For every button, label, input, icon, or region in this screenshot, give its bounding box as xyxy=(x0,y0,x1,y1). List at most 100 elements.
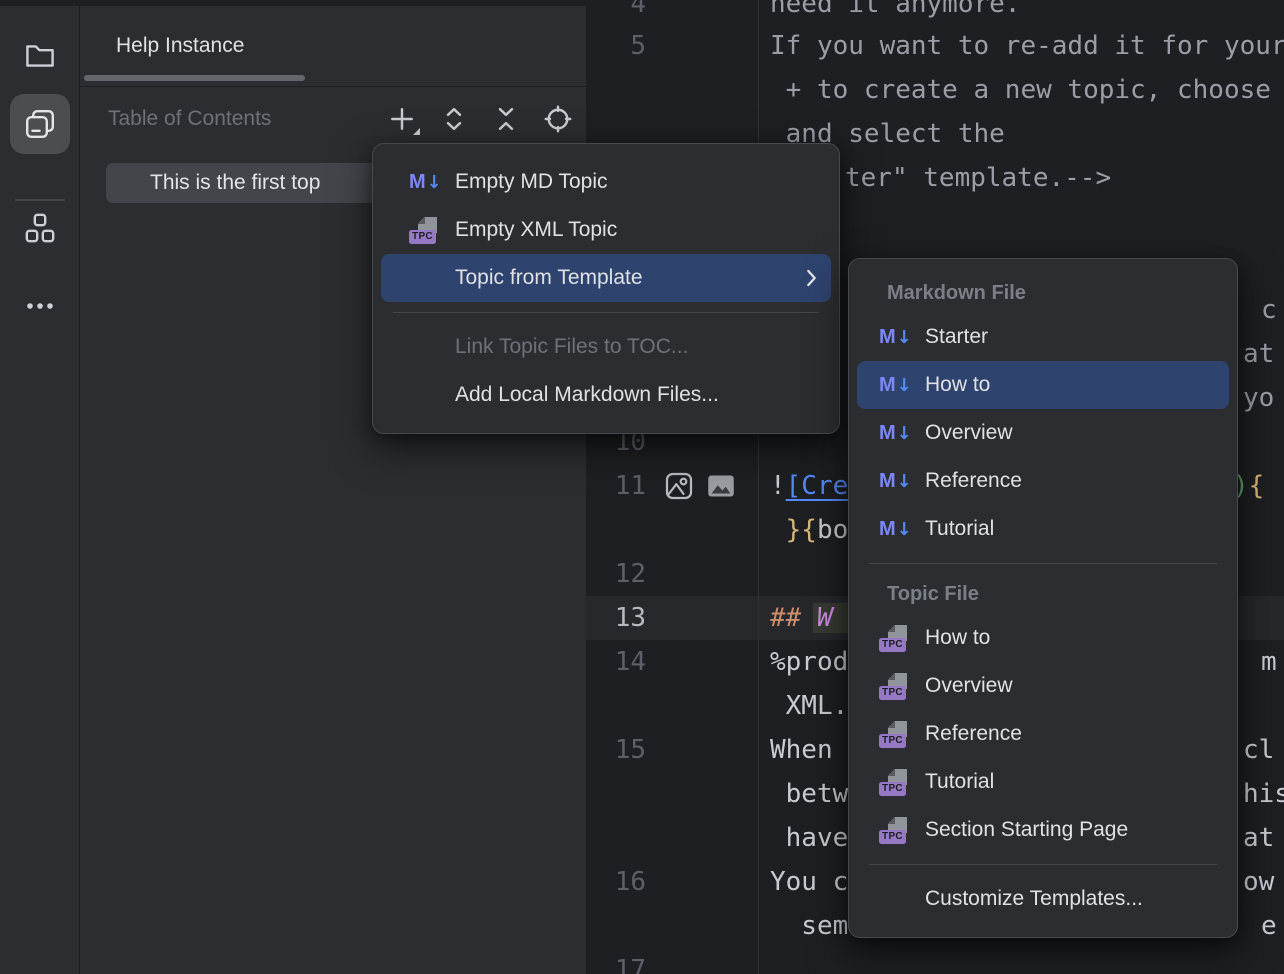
image-outline-gutter-icon[interactable] xyxy=(664,471,694,501)
submenu-arrow-icon xyxy=(806,269,817,287)
submenu-item-how-to-md[interactable]: M↓ How to xyxy=(857,361,1229,409)
panel-title: Table of Contents xyxy=(108,107,271,131)
menu-item-label: Add Local Markdown Files... xyxy=(455,383,719,407)
code-fragment: + to create a new topic, choose t xyxy=(770,68,1284,112)
code-fragment: have xyxy=(770,816,848,860)
menu-item-empty-md-topic[interactable]: M↓ Empty MD Topic xyxy=(381,158,831,206)
submenu-item-reference-md[interactable]: M↓ Reference xyxy=(857,457,1229,505)
tool-window-tab-help-instance[interactable]: Help Instance xyxy=(116,6,244,86)
code-fragment-heading: ## W xyxy=(770,596,849,640)
menu-item-label: Empty XML Topic xyxy=(455,218,617,242)
markdown-file-icon: M↓ xyxy=(879,326,911,349)
collapse-all-button[interactable] xyxy=(492,105,520,133)
submenu-item-overview-md[interactable]: M↓ Overview xyxy=(857,409,1229,457)
code-brace: { xyxy=(1249,471,1265,501)
code-fragment: You c xyxy=(770,860,848,904)
toc-panel-header: Table of Contents xyxy=(80,87,586,151)
topic-from-template-submenu: Markdown File M↓ Starter M↓ How to M↓ Ov… xyxy=(848,258,1238,938)
code-fragment: his xyxy=(1243,772,1284,816)
toc-toolbar xyxy=(388,87,572,151)
more-icon xyxy=(24,290,56,322)
submenu-item-label: Reference xyxy=(925,722,1022,746)
code-fragment: }{bo xyxy=(770,508,848,552)
toc-tree-item-label: This is the first top xyxy=(106,171,320,195)
submenu-item-starter[interactable]: M↓ Starter xyxy=(857,313,1229,361)
submenu-item-label: Customize Templates... xyxy=(925,887,1143,911)
md-icon-letter: M xyxy=(409,171,426,194)
code-fragment: c xyxy=(1261,288,1277,332)
menu-item-link-topic-files: Link Topic Files to TOC... xyxy=(381,323,831,371)
submenu-item-overview-topic[interactable]: TPC Overview xyxy=(857,662,1229,710)
submenu-item-customize-templates[interactable]: Customize Templates... xyxy=(857,875,1229,923)
expand-all-icon xyxy=(440,105,468,133)
code-text: bo xyxy=(817,515,848,545)
folder-icon xyxy=(24,40,56,72)
md-icon-arrow: ↓ xyxy=(427,172,442,193)
window-top-edge xyxy=(0,0,586,6)
topic-file-icon: TPC xyxy=(409,215,441,245)
menu-separator xyxy=(393,312,819,313)
submenu-item-tutorial-md[interactable]: M↓ Tutorial xyxy=(857,505,1229,553)
line-number: 11 xyxy=(586,464,646,508)
submenu-section-header-topic-file: Topic File xyxy=(857,574,1229,614)
dropdown-corner-icon xyxy=(413,128,420,135)
more-tool-windows-button[interactable] xyxy=(10,276,70,336)
code-fragment: yo xyxy=(1243,376,1274,420)
markdown-file-icon: M↓ xyxy=(879,374,911,397)
topic-file-icon: TPC xyxy=(879,767,911,797)
locate-open-file-button[interactable] xyxy=(544,105,572,133)
code-fragment: XML. xyxy=(770,684,848,728)
image-preview-gutter-icon[interactable] xyxy=(706,471,736,501)
topic-file-icon: TPC xyxy=(879,719,911,749)
menu-item-empty-xml-topic[interactable]: TPC Empty XML Topic xyxy=(381,206,831,254)
plus-icon xyxy=(388,105,416,133)
markdown-file-icon: M↓ xyxy=(879,470,911,493)
tool-window-button-structure[interactable] xyxy=(10,198,70,258)
line-number: 14 xyxy=(586,640,646,684)
collapse-all-icon xyxy=(492,105,520,133)
submenu-item-reference-topic[interactable]: TPC Reference xyxy=(857,710,1229,758)
code-fragment: cl xyxy=(1243,728,1274,772)
code-fragment: need it anymore. xyxy=(770,0,1020,26)
heading-word: W xyxy=(813,603,849,633)
line-number: 5 xyxy=(586,24,646,68)
line-number: 4 xyxy=(586,0,646,26)
submenu-item-how-to-topic[interactable]: TPC How to xyxy=(857,614,1229,662)
markdown-file-icon: M↓ xyxy=(879,518,911,541)
line-number: 15 xyxy=(586,728,646,772)
submenu-item-label: How to xyxy=(925,626,990,650)
expand-all-button[interactable] xyxy=(440,105,468,133)
add-topic-context-menu: M↓ Empty MD Topic TPC Empty XML Topic To… xyxy=(372,143,840,434)
code-fragment: When xyxy=(770,728,833,772)
line-number: 17 xyxy=(586,948,646,974)
submenu-item-label: Reference xyxy=(925,469,1022,493)
submenu-item-label: Tutorial xyxy=(925,517,994,541)
code-fragment: betw xyxy=(770,772,848,816)
submenu-item-tutorial-topic[interactable]: TPC Tutorial xyxy=(857,758,1229,806)
menu-item-label: Topic from Template xyxy=(455,266,643,290)
menu-item-label: Empty MD Topic xyxy=(455,170,608,194)
code-link[interactable]: [Cre xyxy=(786,471,849,501)
target-icon xyxy=(544,105,572,133)
tool-window-button-project[interactable] xyxy=(10,26,70,86)
code-fragment: at xyxy=(1243,332,1274,376)
code-fragment: m xyxy=(1261,640,1277,684)
topic-file-icon: TPC xyxy=(879,671,911,701)
menu-item-label: Link Topic Files to TOC... xyxy=(455,335,688,359)
tpc-icon-label: TPC xyxy=(409,230,436,244)
code-fragment: e xyxy=(1261,904,1277,948)
submenu-item-label: Tutorial xyxy=(925,770,994,794)
code-fragment: %prod xyxy=(770,640,848,684)
tool-window-button-writerside-topics[interactable] xyxy=(10,94,70,154)
add-topic-button[interactable] xyxy=(388,105,416,133)
application-window: { "toc_panel": { "tab_label": "Help Inst… xyxy=(0,0,1284,974)
menu-item-topic-from-template[interactable]: Topic from Template xyxy=(381,254,831,302)
submenu-item-label: How to xyxy=(925,373,990,397)
topic-file-icon: TPC xyxy=(879,815,911,845)
code-fragment: ow xyxy=(1243,860,1274,904)
code-braces: }{ xyxy=(770,515,817,545)
code-fragment: ![Cre xyxy=(770,464,848,508)
menu-item-add-local-markdown-files[interactable]: Add Local Markdown Files... xyxy=(381,371,831,419)
heading-marker: ## xyxy=(770,603,817,633)
submenu-item-section-starting-page[interactable]: TPC Section Starting Page xyxy=(857,806,1229,854)
